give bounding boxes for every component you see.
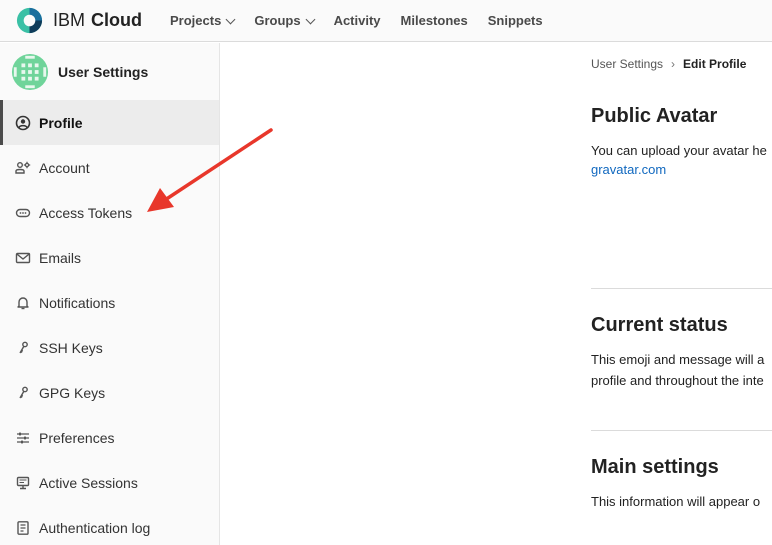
- section-title-current-status: Current status: [591, 314, 728, 336]
- main-settings-section: Main settings This information will appe…: [591, 456, 772, 512]
- section-divider: [591, 288, 772, 289]
- nav-snippets-label: Snippets: [487, 13, 543, 28]
- sidebar-item-authentication-log[interactable]: Authentication log: [0, 505, 219, 545]
- breadcrumb: User Settings › Edit Profile: [591, 57, 746, 71]
- token-icon: [14, 204, 32, 222]
- sidebar-item-label: Authentication log: [39, 519, 151, 536]
- sidebar-item-label: Access Tokens: [39, 204, 133, 221]
- brand-logo-link[interactable]: IBM Cloud: [0, 6, 142, 35]
- nav-groups-label: Groups: [254, 13, 301, 28]
- chevron-down-icon: [225, 14, 236, 24]
- preferences-icon: [14, 429, 32, 447]
- sidebar-item-active-sessions[interactable]: Active Sessions: [0, 460, 219, 505]
- sidebar-item-label: Emails: [39, 249, 82, 266]
- sidebar-item-label: GPG Keys: [39, 384, 106, 401]
- sidebar-item-label: Notifications: [39, 294, 116, 311]
- main-settings-description: This information will appear o: [591, 494, 761, 509]
- brand-name-cloud: Cloud: [91, 10, 143, 30]
- account-icon: [14, 159, 32, 177]
- sidebar-item-notifications[interactable]: Notifications: [0, 280, 219, 325]
- current-status-description-line2: profile and throughout the inte: [591, 373, 764, 388]
- public-avatar-description: You can upload your avatar he: [591, 143, 767, 158]
- user-avatar-icon: [11, 53, 49, 90]
- section-divider: [591, 430, 772, 431]
- nav-milestones-label: Milestones: [400, 13, 468, 28]
- nav-projects[interactable]: Projects: [170, 13, 236, 28]
- breadcrumb-current[interactable]: Edit Profile: [683, 57, 746, 71]
- sidebar-item-emails[interactable]: Emails: [0, 235, 219, 280]
- log-icon: [14, 519, 32, 537]
- sidebar-item-access-tokens[interactable]: Access Tokens: [0, 190, 219, 235]
- sidebar-item-preferences[interactable]: Preferences: [0, 415, 219, 460]
- nav-projects-label: Projects: [170, 13, 222, 28]
- sidebar-item-label: Preferences: [39, 429, 115, 446]
- monitor-icon: [14, 474, 32, 492]
- sidebar-item-ssh-keys[interactable]: SSH Keys: [0, 325, 219, 370]
- sidebar-item-gpg-keys[interactable]: GPG Keys: [0, 370, 219, 415]
- sidebar-header[interactable]: User Settings: [0, 43, 219, 100]
- settings-sidebar: User Settings Profile Account Access Tok…: [0, 43, 220, 545]
- chevron-right-icon: ›: [671, 57, 676, 71]
- key-icon: [14, 339, 32, 357]
- top-navbar: IBM Cloud Projects Groups Activity Miles…: [0, 0, 772, 42]
- mail-icon: [14, 249, 32, 267]
- sidebar-item-profile[interactable]: Profile: [0, 100, 219, 145]
- main-nav: Projects Groups Activity Milestones Snip…: [170, 13, 563, 28]
- section-title-main-settings: Main settings: [591, 456, 719, 478]
- sidebar-title: User Settings: [58, 63, 149, 80]
- current-status-section: Current status This emoji and message wi…: [591, 314, 772, 391]
- gravatar-link[interactable]: gravatar.com: [591, 162, 666, 177]
- nav-activity-label: Activity: [333, 13, 381, 28]
- chevron-down-icon: [305, 14, 316, 24]
- sidebar-item-label: Profile: [39, 114, 83, 131]
- nav-milestones[interactable]: Milestones: [401, 13, 468, 28]
- ibm-cloud-logo-icon: [16, 7, 43, 34]
- key-icon: [14, 384, 32, 402]
- public-avatar-section: Public Avatar You can upload your avatar…: [591, 105, 772, 179]
- main-content: User Settings › Edit Profile Public Avat…: [221, 43, 772, 545]
- profile-icon: [14, 114, 32, 132]
- bell-icon: [14, 294, 32, 312]
- sidebar-item-label: SSH Keys: [39, 339, 103, 356]
- section-title-public-avatar: Public Avatar: [591, 105, 718, 127]
- sidebar-item-label: Account: [39, 159, 90, 176]
- current-status-description-line1: This emoji and message will a: [591, 352, 765, 367]
- nav-groups[interactable]: Groups: [254, 13, 316, 28]
- brand-name-ibm: IBM: [53, 10, 86, 30]
- sidebar-item-label: Active Sessions: [39, 474, 138, 491]
- sidebar-item-account[interactable]: Account: [0, 145, 219, 190]
- nav-snippets[interactable]: Snippets: [488, 13, 543, 28]
- breadcrumb-parent-link[interactable]: User Settings: [591, 57, 663, 71]
- nav-activity[interactable]: Activity: [334, 13, 381, 28]
